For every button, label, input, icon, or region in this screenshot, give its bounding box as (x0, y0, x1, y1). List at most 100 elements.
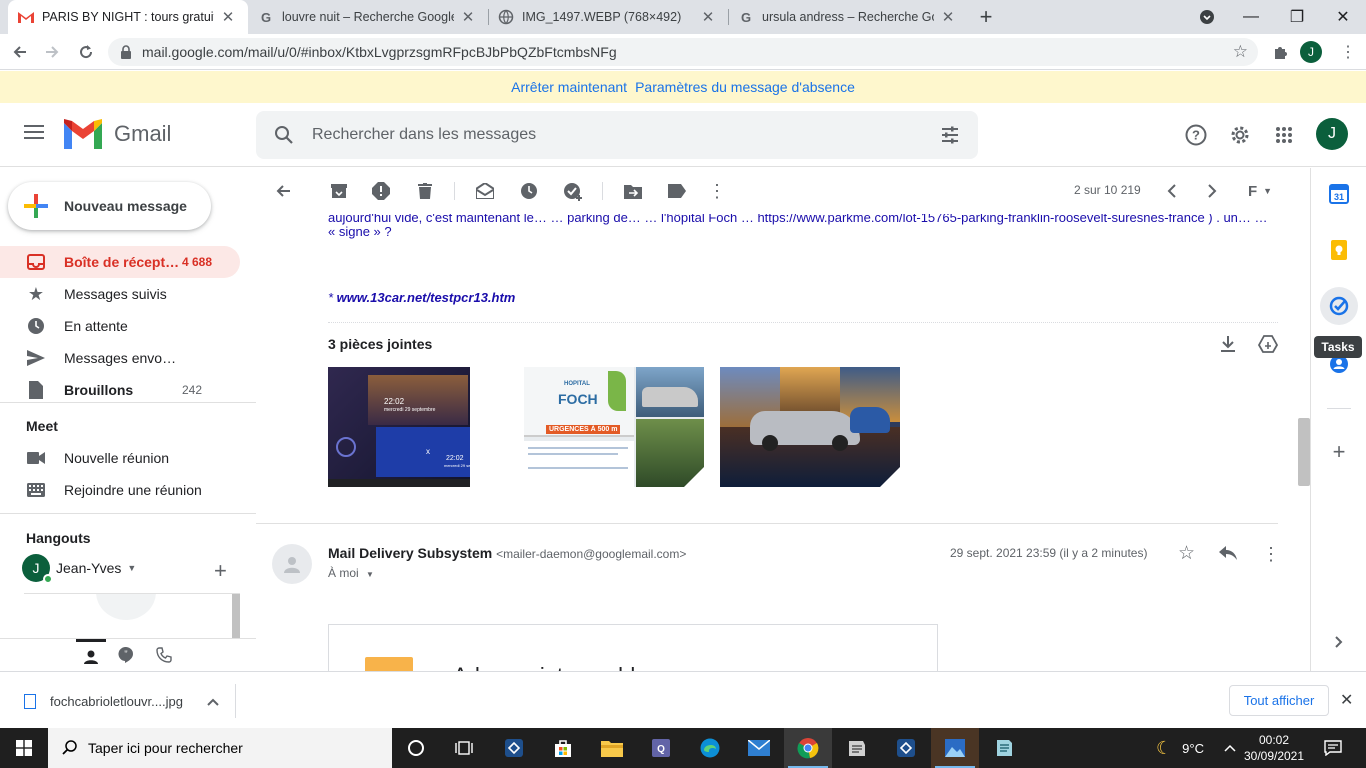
sidebar-item-sent[interactable]: Messages envoyés (0, 342, 240, 374)
search-options-icon[interactable] (940, 125, 960, 148)
browser-tab-image[interactable]: IMG_1497.WEBP (768×492) ✕ (488, 0, 728, 34)
reload-icon[interactable] (72, 38, 100, 66)
show-all-downloads-button[interactable]: Tout afficher (1229, 685, 1329, 716)
chevron-up-icon[interactable] (207, 694, 219, 709)
hangouts-user[interactable]: J Jean-Yves ▼ (22, 554, 136, 584)
add-addon-icon[interactable]: + (1327, 439, 1351, 464)
browser-tab-louvre[interactable]: G louvre nuit – Recherche Google ✕ (248, 0, 488, 34)
close-tab-icon[interactable]: ✕ (460, 8, 476, 26)
chrome-icon[interactable] (784, 728, 832, 768)
hangouts-add-icon[interactable]: + (214, 558, 227, 584)
help-icon[interactable]: ? (1182, 121, 1210, 149)
chrome-profile-avatar[interactable]: J (1300, 41, 1322, 63)
13car-link[interactable]: www.13car.net/testpcr13.htm (337, 290, 516, 305)
attachment-thumbnail[interactable]: HOPITAL FOCH URGENCES À 500 m (524, 367, 704, 487)
taskbar-clock[interactable]: 00:02 30/09/2021 (1238, 732, 1310, 764)
mark-unread-icon[interactable] (474, 180, 496, 202)
extensions-icon[interactable] (1266, 38, 1294, 66)
taskbar-search[interactable]: Taper ici pour rechercher (48, 728, 392, 768)
sender-name[interactable]: Mail Delivery Subsystem (328, 545, 492, 561)
tasks-icon[interactable] (1320, 287, 1358, 325)
more-options-icon[interactable]: ⋮ (706, 180, 728, 202)
snooze-clock-icon[interactable] (518, 180, 540, 202)
photos-icon[interactable] (931, 728, 979, 768)
archive-icon[interactable] (328, 180, 350, 202)
search-icon[interactable] (274, 125, 294, 148)
meet-new-meeting[interactable]: Nouvelle réunion (0, 442, 240, 474)
sidebar-item-inbox[interactable]: Boîte de récepti… 4 688 (0, 246, 240, 278)
search-input[interactable]: Rechercher dans les messages (312, 126, 536, 144)
chat-tab-icon[interactable]: " (118, 646, 134, 666)
notification-icon[interactable] (1324, 728, 1342, 768)
forward-arrow-icon[interactable] (38, 38, 66, 66)
cortana-icon[interactable] (392, 728, 440, 768)
back-arrow-icon[interactable] (6, 38, 34, 66)
tray-chevron-icon[interactable] (1224, 728, 1236, 768)
mail-icon[interactable] (735, 728, 783, 768)
star-message-icon[interactable]: ☆ (1178, 542, 1195, 565)
download-all-icon[interactable] (1220, 335, 1236, 356)
sidebar-item-snoozed[interactable]: En attente (0, 310, 240, 342)
apps-grid-icon[interactable] (1270, 121, 1298, 149)
minimize-icon[interactable]: — (1228, 0, 1274, 34)
save-to-drive-icon[interactable] (1257, 335, 1279, 356)
edge-icon[interactable] (686, 728, 734, 768)
close-tab-icon[interactable]: ✕ (940, 8, 956, 26)
meet-section-title: Meet (26, 418, 58, 434)
search-bar[interactable]: Rechercher dans les messages (256, 111, 978, 159)
attachment-thumbnail[interactable]: 22:02 mercredi 29 septembre 22:02 mercre… (328, 367, 508, 487)
browser-tab-ursula[interactable]: G ursula andress – Recherche Goog ✕ (728, 0, 968, 34)
account-avatar[interactable]: J (1316, 118, 1348, 150)
settings-gear-icon[interactable] (1226, 121, 1254, 149)
file-explorer-icon[interactable] (588, 728, 636, 768)
keep-icon[interactable] (1327, 238, 1351, 262)
close-shelf-icon[interactable]: ✕ (1340, 690, 1353, 710)
older-chevron-icon[interactable] (1201, 180, 1223, 202)
report-spam-icon[interactable] (370, 180, 392, 202)
attachment-thumbnail[interactable] (720, 367, 900, 487)
app-settings-icon[interactable] (490, 728, 538, 768)
meet-join-meeting[interactable]: Rejoindre une réunion (0, 474, 240, 506)
expand-panel-chevron-icon[interactable] (1327, 630, 1351, 654)
vacation-settings-link[interactable]: Paramètres du message d'absence (635, 79, 855, 95)
contacts-tab-icon[interactable] (76, 639, 106, 672)
close-window-icon[interactable]: ✕ (1320, 0, 1366, 34)
message-scrollbar[interactable] (1298, 418, 1310, 486)
app-icon[interactable] (980, 728, 1028, 768)
store-icon[interactable] (539, 728, 587, 768)
reply-icon[interactable] (1219, 546, 1237, 563)
close-tab-icon[interactable]: ✕ (220, 8, 236, 26)
tab-search-icon[interactable] (1184, 0, 1230, 34)
app-settings-icon[interactable] (882, 728, 930, 768)
sidebar-item-starred[interactable]: ★ Messages suivis (0, 278, 240, 310)
delete-icon[interactable] (414, 180, 436, 202)
message-more-icon[interactable]: ⋮ (1262, 544, 1280, 565)
add-task-icon[interactable] (562, 180, 584, 202)
newer-chevron-icon[interactable] (1161, 180, 1183, 202)
app-icon[interactable]: Q (637, 728, 685, 768)
close-tab-icon[interactable]: ✕ (700, 8, 716, 26)
download-item[interactable]: fochcabrioletlouvr....jpg (16, 684, 236, 718)
task-view-icon[interactable] (440, 728, 488, 768)
calendar-icon[interactable]: 31 (1327, 182, 1351, 206)
app-icon[interactable] (833, 728, 881, 768)
stop-vacation-link[interactable]: Arrêter maintenant (511, 79, 627, 95)
chrome-menu-icon[interactable]: ⋮ (1334, 38, 1362, 66)
phone-tab-icon[interactable] (156, 647, 172, 666)
compose-button[interactable]: Nouveau message (8, 182, 211, 230)
windows-start-icon[interactable] (0, 728, 48, 768)
new-tab-button[interactable]: + (964, 0, 1008, 34)
input-tools-icon[interactable]: F ▼ (1240, 180, 1280, 202)
restore-icon[interactable]: ❐ (1274, 0, 1320, 34)
main-menu-icon[interactable] (24, 125, 44, 143)
address-bar[interactable]: mail.google.com/mail/u/0/#inbox/KtbxLvgp… (108, 38, 1258, 66)
gmail-logo[interactable]: Gmail (64, 119, 171, 149)
recipient-dropdown[interactable]: À moi ▼ (328, 566, 374, 580)
browser-tab-gmail[interactable]: PARIS BY NIGHT : tours gratuits e ✕ (8, 0, 248, 34)
move-to-icon[interactable] (622, 180, 644, 202)
back-to-inbox-icon[interactable] (272, 180, 294, 202)
hangouts-scrollbar[interactable] (232, 594, 240, 638)
bookmark-star-icon[interactable]: ☆ (1233, 42, 1248, 62)
label-icon[interactable] (666, 180, 688, 202)
weather-widget[interactable]: ☾ 9°C (1156, 728, 1204, 768)
